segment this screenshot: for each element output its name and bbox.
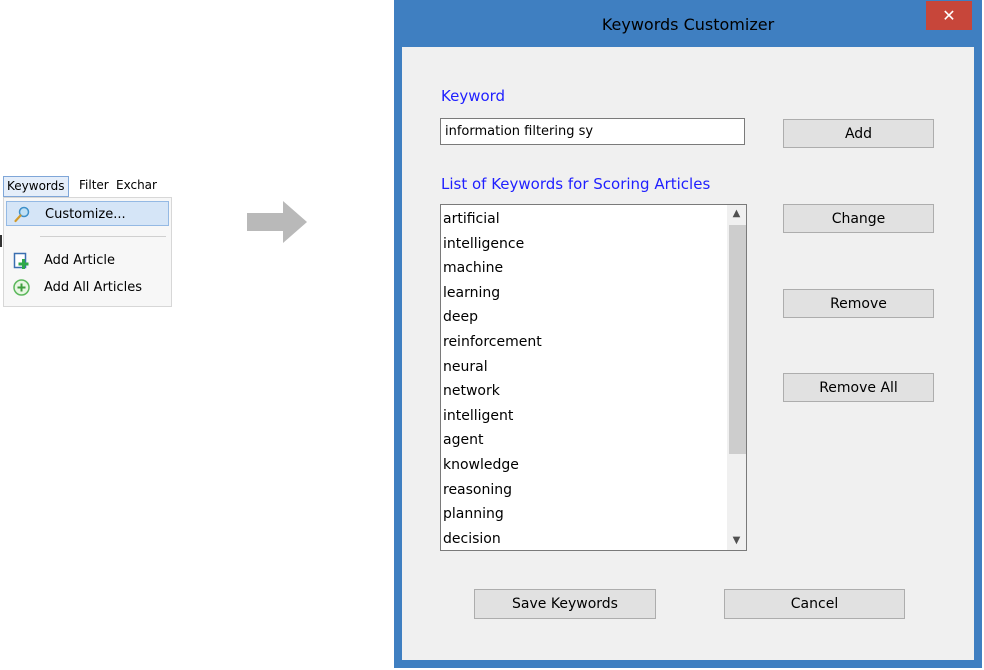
- remove-button[interactable]: Remove: [783, 289, 934, 318]
- keyword-list-label: List of Keywords for Scoring Articles: [441, 175, 711, 193]
- list-item[interactable]: knowledge: [443, 453, 726, 478]
- list-item[interactable]: intelligence: [443, 232, 726, 257]
- window-edge: [0, 235, 2, 247]
- list-item[interactable]: machine: [443, 256, 726, 281]
- add-document-icon: [13, 252, 29, 269]
- list-item[interactable]: neural: [443, 355, 726, 380]
- save-keywords-button[interactable]: Save Keywords: [474, 589, 656, 619]
- close-button[interactable]: ✕: [926, 1, 972, 30]
- menu-item-label: Add Article: [44, 253, 116, 268]
- list-item[interactable]: learning: [443, 281, 726, 306]
- change-button[interactable]: Change: [783, 204, 934, 233]
- search-wand-icon: [14, 206, 30, 223]
- menu-exchange[interactable]: Exchar: [113, 176, 160, 195]
- remove-all-button[interactable]: Remove All: [783, 373, 934, 402]
- listbox-scrollbar[interactable]: ▲ ▼: [727, 205, 746, 550]
- add-button[interactable]: Add: [783, 119, 934, 148]
- right-arrow-icon: [247, 201, 307, 243]
- keyword-input[interactable]: [440, 118, 745, 145]
- list-item[interactable]: intelligent: [443, 404, 726, 429]
- scroll-thumb[interactable]: [729, 225, 746, 454]
- scroll-down-arrow-icon[interactable]: ▼: [727, 532, 746, 550]
- menu-filter[interactable]: Filter: [76, 176, 112, 195]
- list-item[interactable]: decision: [443, 527, 726, 550]
- dialog-body: Keyword Add List of Keywords for Scoring…: [402, 47, 974, 660]
- menu-item-add-all-articles[interactable]: Add All Articles: [6, 275, 169, 300]
- list-item[interactable]: reinforcement: [443, 330, 726, 355]
- list-item[interactable]: deep: [443, 305, 726, 330]
- keyword-listbox[interactable]: artificial intelligence machine learning dee…: [440, 204, 747, 551]
- list-item[interactable]: reasoning: [443, 478, 726, 503]
- list-item[interactable]: planning: [443, 502, 726, 527]
- scroll-up-arrow-icon[interactable]: ▲: [727, 205, 746, 223]
- menu-item-label: Add All Articles: [44, 280, 143, 295]
- menu-snippet: Keywords Filter Exchar Customize... Add …: [0, 175, 174, 307]
- list-item[interactable]: artificial: [443, 207, 726, 232]
- menubar: Keywords Filter Exchar: [0, 175, 174, 197]
- menu-keywords[interactable]: Keywords: [3, 176, 69, 197]
- add-circle-icon: [13, 279, 30, 296]
- menu-separator: [40, 236, 166, 237]
- keyword-label: Keyword: [441, 87, 506, 105]
- cancel-button[interactable]: Cancel: [724, 589, 905, 619]
- keywords-dropdown: Customize... Add Article Add All Article…: [3, 197, 172, 307]
- keyword-list: artificial intelligence machine learning dee…: [443, 207, 726, 550]
- keywords-customizer-dialog: Keywords Customizer ✕ Keyword Add List o…: [394, 0, 982, 668]
- title-bar[interactable]: Keywords Customizer ✕: [394, 0, 982, 47]
- menu-item-label: Customize...: [45, 207, 126, 222]
- list-item[interactable]: agent: [443, 428, 726, 453]
- dialog-title: Keywords Customizer: [601, 15, 775, 34]
- list-item[interactable]: network: [443, 379, 726, 404]
- menu-item-customize[interactable]: Customize...: [6, 201, 169, 226]
- menu-item-add-article[interactable]: Add Article: [6, 248, 169, 273]
